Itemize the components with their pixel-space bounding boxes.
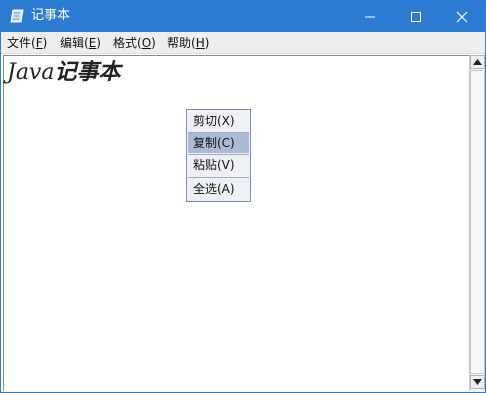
minimize-icon <box>365 16 375 17</box>
context-item-select-all[interactable]: 全选(A) <box>188 179 249 199</box>
text-editor-area[interactable]: Java记事本 <box>3 55 469 391</box>
menu-help[interactable]: 帮助(H) <box>167 35 209 51</box>
menu-file[interactable]: 文件(F) <box>7 35 47 51</box>
scroll-down-button[interactable] <box>470 375 485 389</box>
scroll-up-arrow-icon <box>473 59 482 65</box>
notepad-window: 记事本 文件(F) 编辑(E) 格式(O) 帮助(H) Java记事本 剪切(X… <box>0 0 486 393</box>
window-title: 记事本 <box>31 8 71 23</box>
context-menu-divider <box>188 177 249 178</box>
scroll-down-arrow-icon <box>473 379 482 385</box>
context-menu: 剪切(X) 复制(C) 粘贴(V) 全选(A) <box>186 109 251 202</box>
context-item-copy[interactable]: 复制(C) <box>188 133 249 153</box>
context-item-paste[interactable]: 粘贴(V) <box>188 155 249 175</box>
title-bar[interactable]: 记事本 <box>1 1 485 32</box>
scroll-up-button[interactable] <box>470 55 485 69</box>
maximize-icon <box>411 11 421 22</box>
close-button[interactable] <box>439 1 485 32</box>
editor-text-latin: Java <box>7 60 55 85</box>
context-item-cut[interactable]: 剪切(X) <box>188 111 249 131</box>
menu-format[interactable]: 格式(O) <box>113 35 156 51</box>
editor-text-cjk: 记事本 <box>54 60 121 85</box>
close-icon <box>456 11 468 22</box>
notepad-app-icon <box>10 9 24 23</box>
vertical-scrollbar[interactable] <box>469 55 485 391</box>
menu-edit[interactable]: 编辑(E) <box>60 35 101 51</box>
editor-content: Java记事本 <box>7 59 121 87</box>
maximize-button[interactable] <box>393 1 439 32</box>
menu-bar: 文件(F) 编辑(E) 格式(O) 帮助(H) <box>1 32 485 54</box>
scrollbar-track[interactable] <box>470 70 485 374</box>
minimize-button[interactable] <box>347 1 393 32</box>
